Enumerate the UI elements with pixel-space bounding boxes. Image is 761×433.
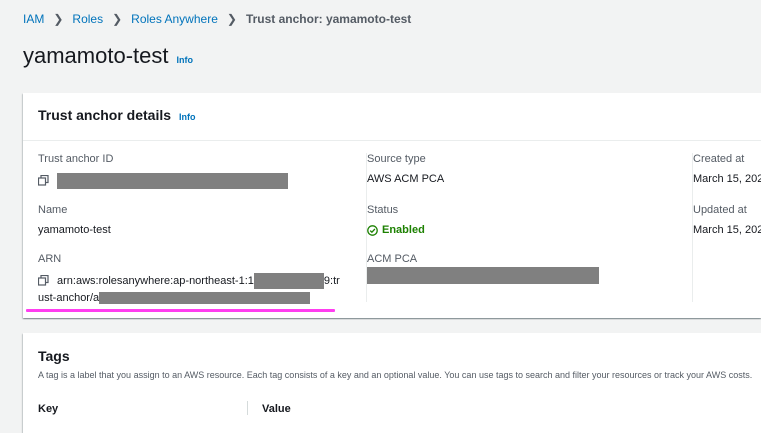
column-header-key[interactable]: Key: [38, 403, 58, 415]
source-type-value: AWS ACM PCA: [367, 173, 445, 185]
breadcrumb-roles-anywhere[interactable]: Roles Anywhere: [131, 12, 218, 26]
column-header-value[interactable]: Value: [262, 403, 291, 415]
source-type-field: Source type AWS ACM PCA: [367, 153, 444, 185]
panel-header: Trust anchor details Info: [38, 107, 196, 123]
redacted-anchor-id: [99, 292, 311, 304]
created-at-value: March 15, 202: [693, 173, 761, 185]
page-header: yamamoto-test Info: [23, 43, 193, 69]
source-type-label: Source type: [367, 153, 426, 165]
breadcrumb-iam[interactable]: IAM: [23, 12, 44, 26]
status-text: Enabled: [382, 224, 425, 236]
trust-anchor-id-field: Trust anchor ID: [38, 153, 288, 189]
details-column-2: Source type AWS ACM PCA Status Enabled A…: [366, 153, 677, 302]
tags-panel: Tags A tag is a label that you assign to…: [23, 333, 761, 433]
redacted-acm-pca: [367, 267, 599, 284]
redacted-account: [253, 273, 324, 289]
created-at-field: Created at March 15, 202: [693, 153, 761, 185]
updated-at-field: Updated at March 15, 202: [693, 204, 761, 236]
breadcrumb: IAM ❯ Roles ❯ Roles Anywhere ❯ Trust anc…: [23, 12, 411, 26]
copy-icon[interactable]: [38, 275, 50, 287]
arn-text-part-1: arn:aws:rolesanywhere:ap-northeast-1:1: [57, 275, 254, 287]
copy-icon[interactable]: [38, 175, 50, 187]
name-value: yamamoto-test: [38, 224, 111, 236]
arn-label: ARN: [38, 253, 62, 265]
acm-pca-field: ACM PCA: [367, 253, 599, 284]
redacted-id: [57, 173, 288, 189]
arn-text-line-2: ust-anchor/a: [38, 292, 100, 304]
name-label: Name: [38, 204, 68, 216]
page-info-link[interactable]: Info: [177, 55, 194, 65]
status-badge: Enabled: [367, 224, 425, 236]
details-column-1: Trust anchor ID Name yamamoto-test ARN a…: [38, 153, 349, 304]
updated-at-value: March 15, 202: [693, 224, 761, 236]
panel-title: Trust anchor details: [38, 107, 172, 123]
details-column-3: Created at March 15, 202 Updated at Marc…: [692, 153, 761, 302]
tags-title: Tags: [38, 348, 70, 364]
divider: [23, 140, 761, 141]
arn-value-line-1: arn:aws:rolesanywhere:ap-northeast-1:1 9…: [38, 273, 340, 289]
check-circle-icon: [367, 224, 378, 236]
page-title: yamamoto-test: [23, 43, 169, 68]
column-divider: [247, 401, 248, 415]
status-label: Status: [367, 204, 399, 216]
chevron-right-icon: ❯: [53, 12, 64, 26]
breadcrumb-roles[interactable]: Roles: [72, 12, 103, 26]
chevron-right-icon: ❯: [112, 12, 123, 26]
tags-description: A tag is a label that you assign to an A…: [38, 370, 753, 380]
highlight-underline: [26, 309, 335, 312]
details-info-link[interactable]: Info: [179, 112, 196, 122]
trust-anchor-id-value: [38, 173, 288, 189]
status-field: Status Enabled: [367, 204, 425, 236]
name-field: Name yamamoto-test: [38, 204, 111, 236]
trust-anchor-id-label: Trust anchor ID: [38, 153, 114, 165]
trust-anchor-details-panel: Trust anchor details Info Trust anchor I…: [23, 93, 761, 318]
updated-at-label: Updated at: [693, 204, 747, 216]
breadcrumb-current: Trust anchor: yamamoto-test: [245, 12, 412, 26]
acm-pca-label: ACM PCA: [367, 253, 418, 265]
chevron-right-icon: ❯: [226, 12, 237, 26]
arn-text-part-2: 9:tr: [323, 275, 340, 287]
acm-pca-value: [367, 267, 599, 284]
status-value-row: Enabled: [367, 224, 425, 236]
created-at-label: Created at: [693, 153, 745, 165]
arn-field: ARN arn:aws:rolesanywhere:ap-northeast-1…: [38, 253, 340, 304]
arn-value-line-2: ust-anchor/a: [38, 292, 340, 304]
